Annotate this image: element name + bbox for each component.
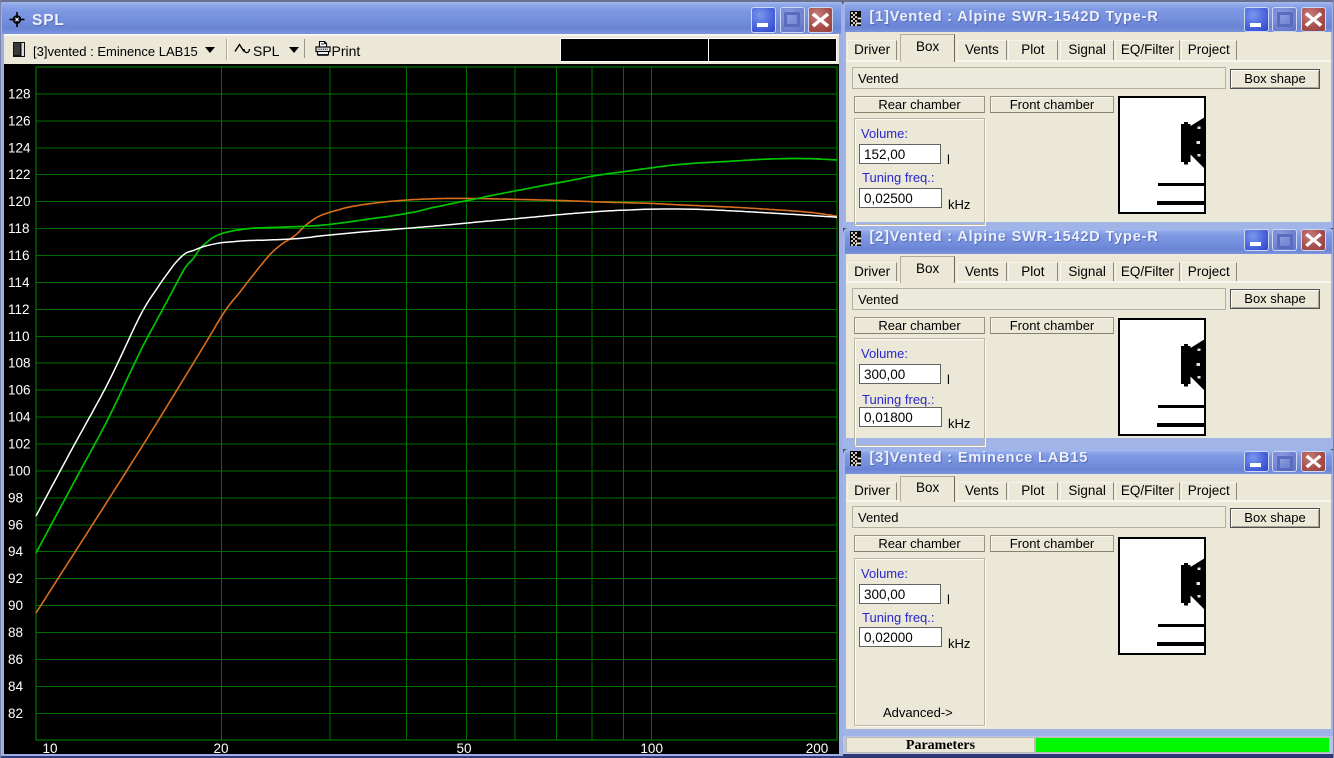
- svg-text:98: 98: [8, 490, 23, 505]
- svg-text:126: 126: [8, 113, 31, 128]
- svg-text:86: 86: [8, 652, 23, 667]
- svg-text:114: 114: [8, 275, 30, 290]
- svg-text:128: 128: [8, 86, 31, 101]
- svg-text:106: 106: [8, 383, 31, 398]
- svg-text:100: 100: [8, 463, 31, 478]
- svg-text:102: 102: [8, 437, 31, 452]
- svg-text:124: 124: [8, 140, 31, 155]
- svg-text:90: 90: [8, 598, 23, 613]
- svg-text:92: 92: [8, 571, 23, 586]
- svg-text:122: 122: [8, 167, 31, 182]
- svg-text:108: 108: [8, 356, 31, 371]
- svg-text:120: 120: [8, 194, 31, 209]
- svg-text:94: 94: [8, 544, 24, 559]
- svg-text:116: 116: [8, 248, 30, 263]
- svg-text:88: 88: [8, 625, 23, 640]
- svg-text:84: 84: [8, 679, 24, 694]
- svg-text:96: 96: [8, 517, 23, 532]
- svg-text:118: 118: [8, 221, 30, 236]
- svg-text:112: 112: [8, 302, 30, 317]
- svg-text:82: 82: [8, 706, 23, 721]
- svg-text:104: 104: [8, 410, 31, 425]
- svg-text:110: 110: [8, 329, 30, 344]
